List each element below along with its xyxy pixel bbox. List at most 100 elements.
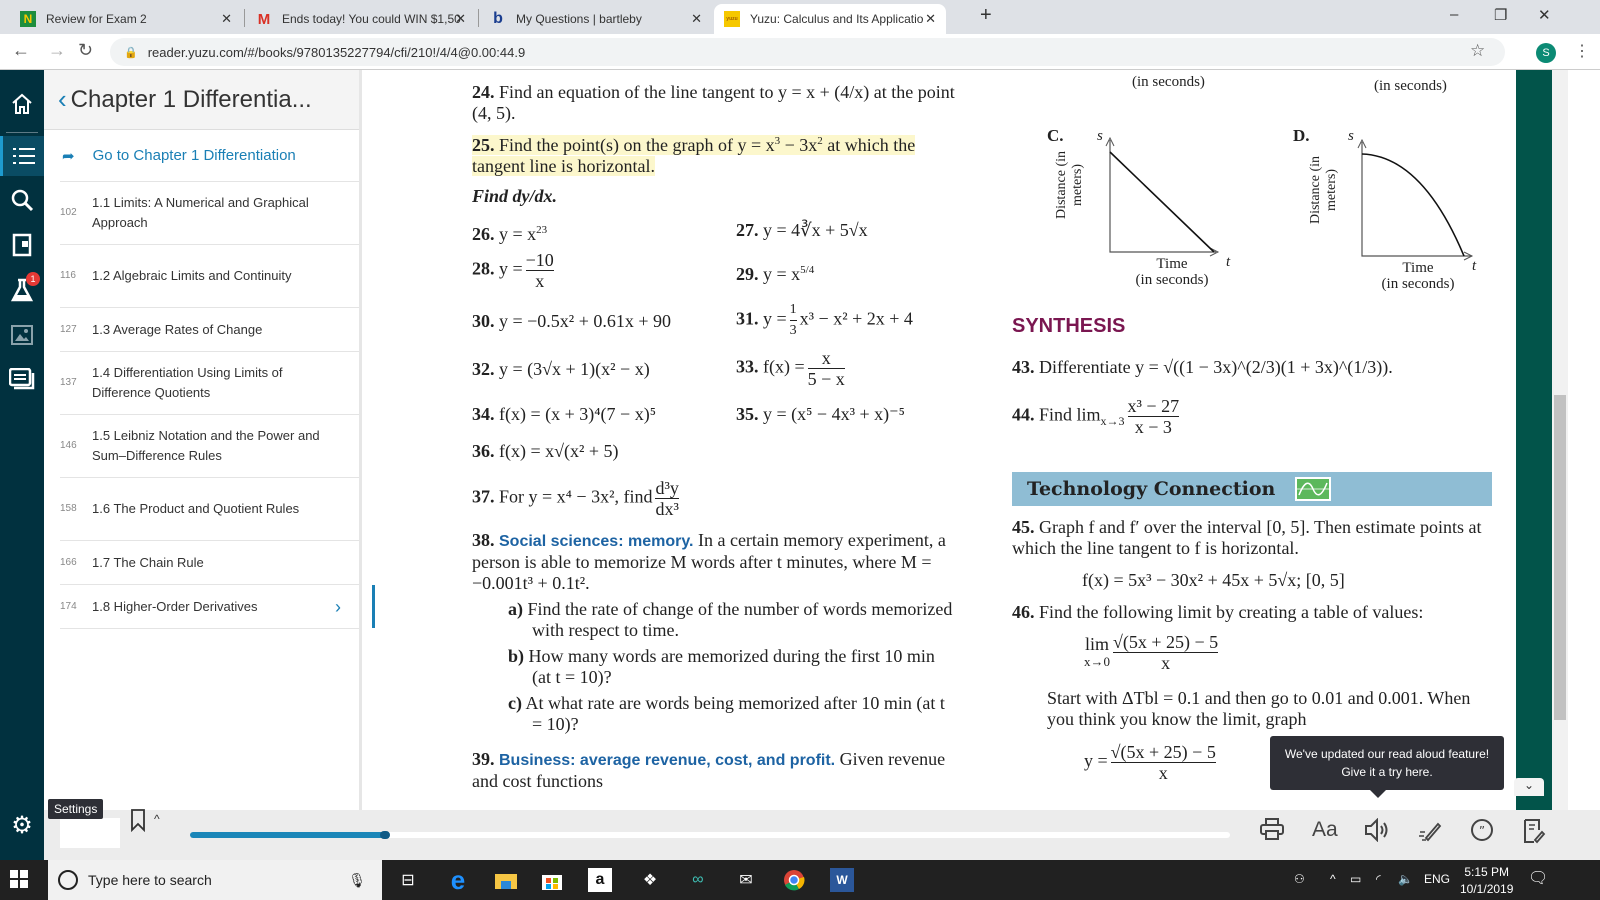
- toc-item[interactable]: 158 1.6 The Product and Quotient Rules: [60, 478, 359, 541]
- favicon-icon: N: [20, 11, 36, 27]
- read-aloud-icon[interactable]: [1364, 817, 1390, 848]
- word-icon[interactable]: W: [830, 868, 854, 892]
- image-icon[interactable]: [0, 315, 44, 355]
- graph-c-arrows: [1105, 136, 1220, 257]
- tab-bartleby[interactable]: b My Questions | bartleby ✕: [480, 4, 712, 34]
- back-button[interactable]: ←: [12, 40, 30, 61]
- bookmark-icon[interactable]: [130, 808, 146, 838]
- maximize-button[interactable]: ❐: [1494, 6, 1507, 24]
- home-icon[interactable]: [0, 84, 44, 124]
- chevron-up-icon[interactable]: ^: [154, 812, 160, 826]
- graph-calculator-icon: [1295, 477, 1332, 501]
- profile-avatar[interactable]: S: [1536, 43, 1556, 63]
- question-33: 33. f(x) = x 5 − x: [736, 348, 845, 389]
- close-tab-icon[interactable]: ✕: [221, 11, 232, 27]
- tab-yuzu[interactable]: yuzu Yuzu: Calculus and Its Applicatio ✕: [714, 4, 946, 34]
- book-page: 24. Find an equation of the line tangent…: [362, 70, 1516, 810]
- task-view-icon[interactable]: ⊟: [396, 868, 420, 892]
- denominator: x − 3: [1134, 417, 1172, 437]
- question-text: How many words are memorized during the …: [528, 646, 935, 687]
- exponent: 5/4: [800, 264, 815, 276]
- flask-icon[interactable]: 1: [0, 270, 44, 310]
- scroll-down-button[interactable]: ⌄: [1514, 778, 1544, 796]
- dropbox-icon[interactable]: ❖: [638, 868, 662, 892]
- numerator: 1: [789, 300, 797, 321]
- toc-item[interactable]: 116 1.2 Algebraic Limits and Continuity: [60, 245, 359, 308]
- action-center-icon[interactable]: 🗨: [1528, 868, 1548, 888]
- new-tab-button[interactable]: +: [980, 4, 992, 27]
- bookmark-star-icon[interactable]: ☆: [1470, 41, 1485, 61]
- windows-start-icon[interactable]: [10, 870, 28, 893]
- denominator: x: [1158, 763, 1168, 783]
- taskbar-search-input[interactable]: Type here to search 🎙: [48, 860, 382, 900]
- graph-c-xlabel: Time (in seconds): [1122, 256, 1222, 288]
- reading-progress-bar[interactable]: [190, 831, 1230, 839]
- amazon-icon[interactable]: a: [588, 868, 612, 892]
- question-text: y =: [499, 258, 523, 279]
- search-icon[interactable]: [0, 180, 44, 220]
- battery-icon[interactable]: ▭: [1350, 872, 1361, 886]
- reload-button[interactable]: ↻: [78, 40, 93, 61]
- menu-icon[interactable]: ⋮: [1574, 41, 1590, 61]
- store-icon[interactable]: [540, 868, 564, 892]
- show-hidden-icons[interactable]: ^: [1330, 872, 1336, 886]
- go-to-chapter-link[interactable]: ➦ Go to Chapter 1 Differentiation: [60, 130, 359, 182]
- chrome-icon[interactable]: [782, 868, 806, 892]
- quote-icon[interactable]: ”: [1470, 818, 1494, 848]
- address-bar-row: ← → ↻ 🔒 reader.yuzu.com/#/books/97801352…: [0, 34, 1600, 70]
- progress-handle[interactable]: [379, 831, 390, 839]
- back-chevron-icon[interactable]: ‹: [58, 84, 67, 115]
- toc-header[interactable]: ‹ Chapter 1 Differentia...: [44, 70, 359, 130]
- url-input[interactable]: 🔒 reader.yuzu.com/#/books/9780135227794/…: [110, 38, 1505, 66]
- url-text: reader.yuzu.com/#/books/9780135227794/cf…: [147, 44, 526, 60]
- close-tab-icon[interactable]: ✕: [691, 11, 702, 27]
- citation-icon[interactable]: [1522, 818, 1546, 850]
- close-window-button[interactable]: ✕: [1538, 6, 1551, 24]
- toc-item[interactable]: 146 1.5 Leibniz Notation and the Power an…: [60, 415, 359, 478]
- volume-icon[interactable]: 🔈: [1398, 872, 1413, 886]
- read-aloud-tooltip[interactable]: We've updated our read aloud feature! Gi…: [1270, 736, 1504, 798]
- toc-icon[interactable]: [0, 136, 44, 176]
- close-tab-icon[interactable]: ✕: [925, 11, 936, 27]
- graph-xlabel-line: Time: [1156, 256, 1188, 272]
- minimize-button[interactable]: –: [1450, 6, 1458, 23]
- question-text: y =: [1084, 750, 1108, 771]
- toc-item[interactable]: 127 1.3 Average Rates of Change: [60, 308, 359, 352]
- page-number-box[interactable]: [60, 818, 120, 848]
- language-indicator[interactable]: ENG: [1424, 872, 1450, 886]
- mail-icon[interactable]: ✉: [734, 868, 758, 892]
- settings-gear-icon[interactable]: ⚙: [0, 800, 44, 850]
- toc-item[interactable]: 137 1.4 Differentiation Using Limits of D…: [60, 352, 359, 415]
- people-icon[interactable]: ⚇: [1294, 872, 1305, 886]
- question-46-instructions: Start with ΔTbl = 0.1 and then go to 0.0…: [1047, 688, 1471, 729]
- forward-button[interactable]: →: [48, 40, 66, 61]
- highlight-icon[interactable]: [1418, 818, 1442, 848]
- icon-rail: 1: [0, 70, 44, 860]
- tab-review-exam[interactable]: N Review for Exam 2 ✕: [10, 4, 242, 34]
- file-explorer-icon[interactable]: [494, 868, 518, 892]
- print-icon[interactable]: [1260, 818, 1284, 846]
- close-tab-icon[interactable]: ✕: [455, 11, 466, 27]
- toc-item[interactable]: 102 1.1 Limits: A Numerical and Graphical…: [60, 182, 359, 245]
- wifi-icon[interactable]: ◜: [1376, 872, 1381, 886]
- tab-gmail[interactable]: M Ends today! You could WIN $1,50 ✕: [246, 4, 476, 34]
- tooltip-line: We've updated our read aloud feature!: [1284, 747, 1490, 761]
- scrollbar-thumb[interactable]: [1554, 395, 1566, 720]
- text-size-icon[interactable]: Aa: [1312, 818, 1338, 842]
- clock[interactable]: 5:15 PM 10/1/2019: [1460, 864, 1513, 898]
- infinity-app-icon[interactable]: ∞: [686, 868, 710, 892]
- flask-badge: 1: [26, 272, 40, 286]
- edge-icon[interactable]: e: [446, 865, 470, 895]
- book-icon[interactable]: [0, 225, 44, 265]
- graph-d-arrows: [1357, 138, 1474, 261]
- numerator: x³ − 27: [1127, 396, 1180, 417]
- question-number: 25.: [472, 135, 495, 155]
- question-46: 46. Find the following limit by creating…: [1012, 602, 1424, 622]
- chevron-right-icon[interactable]: ›: [335, 597, 341, 617]
- find-dydx-heading: Find dy/dx.: [472, 186, 558, 206]
- toc-item[interactable]: 166 1.7 The Chain Rule: [60, 541, 359, 585]
- question-text: f(x) = x√(x² + 5): [499, 441, 619, 461]
- toc-item-current[interactable]: 174 1.8 Higher-Order Derivatives ›: [60, 585, 375, 629]
- microphone-icon[interactable]: 🎙: [348, 872, 366, 889]
- notes-icon[interactable]: [0, 360, 44, 400]
